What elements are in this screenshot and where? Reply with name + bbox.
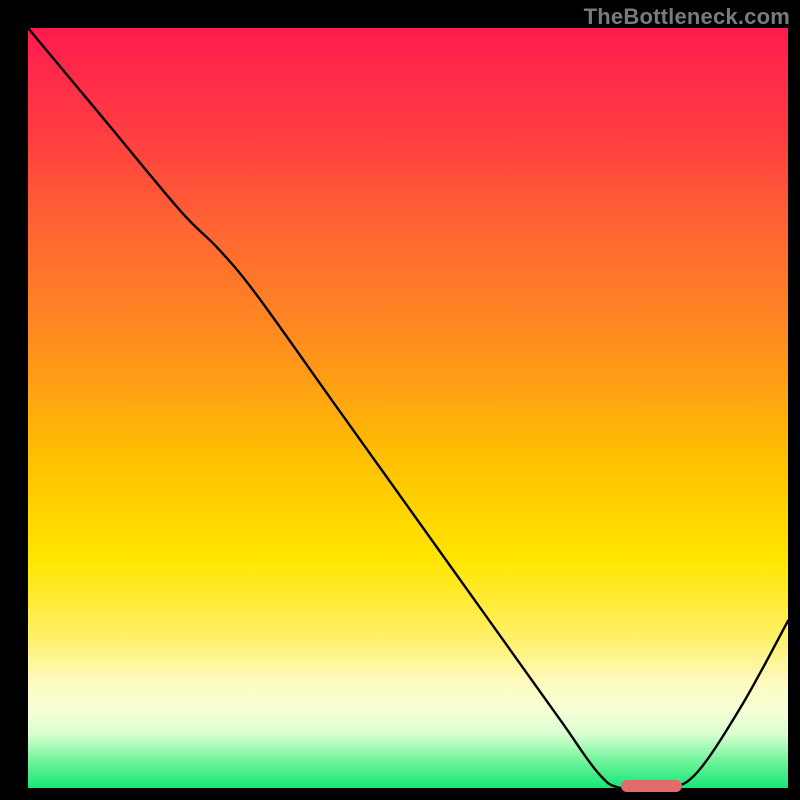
watermark-text: TheBottleneck.com [584,4,790,30]
optimal-marker [621,780,682,792]
chart-stage: TheBottleneck.com [0,0,800,800]
curve-layer [28,28,788,788]
bottleneck-curve [28,28,788,788]
plot-area [28,28,788,788]
